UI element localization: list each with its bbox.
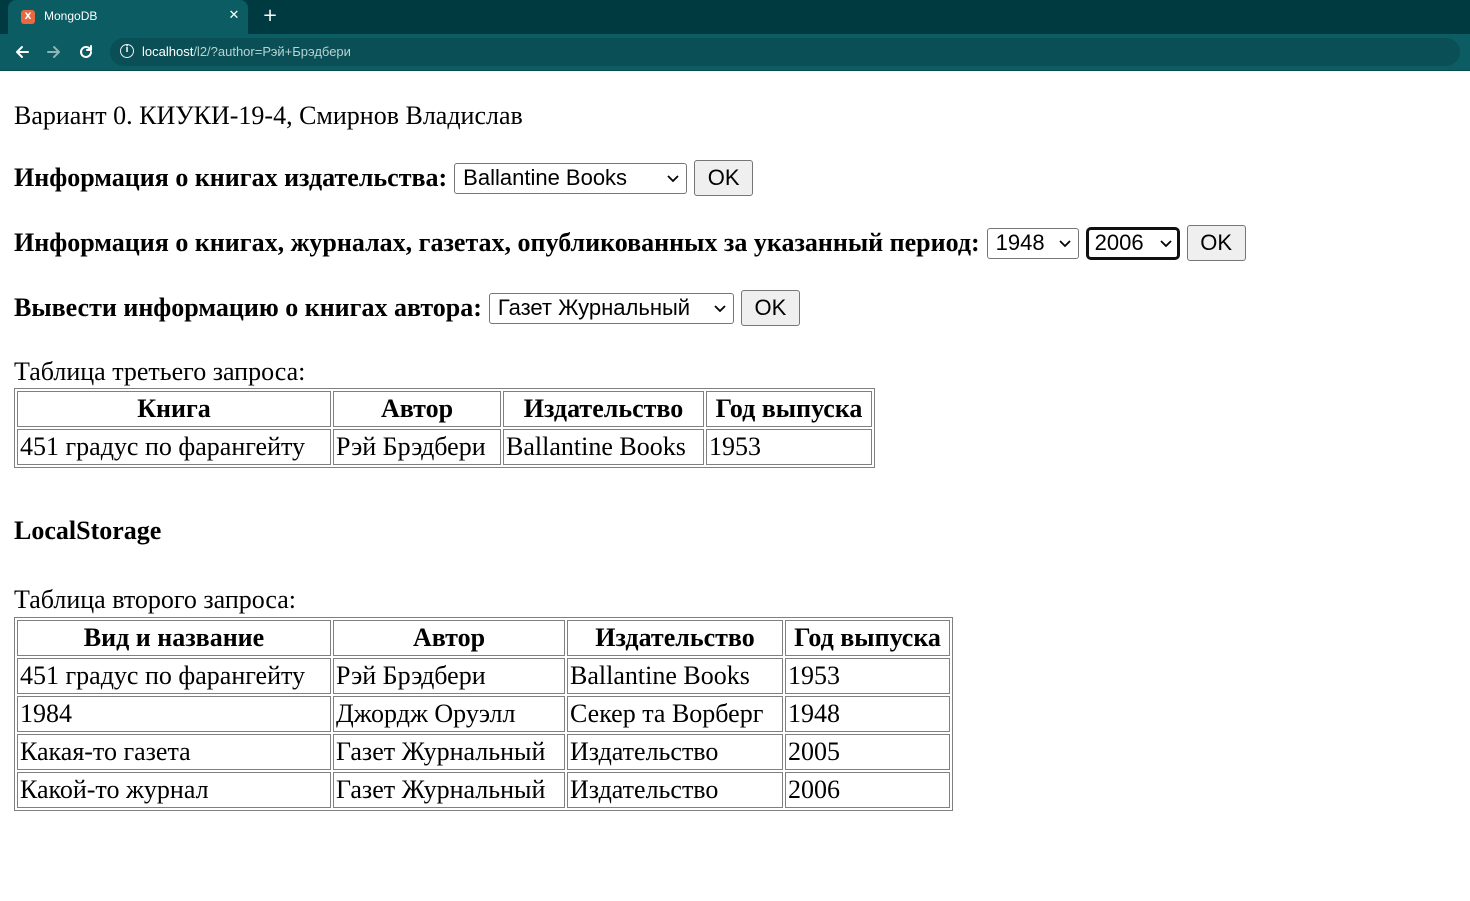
table-cell: 451 градус по фарангейту xyxy=(17,429,331,465)
table-cell: 1953 xyxy=(706,429,872,465)
browser-tab-strip: X MongoDB ✕ + xyxy=(0,0,1470,34)
author-form: Вывести информацию о книгах автора: Газе… xyxy=(14,290,800,326)
table-header-cell: Год выпуска xyxy=(706,391,872,427)
browser-toolbar: i localhost/l2/?author=Рэй+Брэдбери xyxy=(0,34,1470,71)
year-from-value: 1948 xyxy=(995,230,1045,255)
info-icon[interactable]: i xyxy=(120,44,134,58)
table-cell: Ballantine Books xyxy=(567,658,783,694)
period-ok-button[interactable]: OK xyxy=(1186,225,1246,261)
table-row: 1984 Джордж Оруэлл Секер та Ворберг 1948 xyxy=(17,696,950,732)
period-form: Информация о книгах, журналах, газетах, … xyxy=(14,225,1246,261)
table-cell: Рэй Брэдбери xyxy=(333,658,565,694)
publisher-form-label: Информация о книгах издательства: xyxy=(14,163,448,192)
table-cell: Какой-то журнал xyxy=(17,772,331,808)
table-header-cell: Издательство xyxy=(567,620,783,656)
plus-icon[interactable]: + xyxy=(259,5,281,27)
browser-tab[interactable]: X MongoDB ✕ xyxy=(8,0,248,34)
author-select[interactable]: Газет Журнальный xyxy=(488,292,734,324)
table-cell: 451 градус по фарангейту xyxy=(17,658,331,694)
table-cell: Ballantine Books xyxy=(503,429,704,465)
table-header-cell: Издательство xyxy=(503,391,704,427)
url-path: /l2/?author=Рэй+Брэдбери xyxy=(193,44,351,59)
tab-title: MongoDB xyxy=(44,9,98,23)
table-cell: Какая-то газета xyxy=(17,734,331,770)
table-cell: Рэй Брэдбери xyxy=(333,429,501,465)
table-cell: Секер та Ворберг xyxy=(567,696,783,732)
author-form-label: Вывести информацию о книгах автора: xyxy=(14,293,482,322)
table-header-cell: Автор xyxy=(333,620,565,656)
url-text: localhost/l2/?author=Рэй+Брэдбери xyxy=(142,44,351,59)
table-cell: 2006 xyxy=(785,772,950,808)
chevron-down-icon xyxy=(714,305,726,313)
year-to-value: 2006 xyxy=(1094,230,1144,255)
table-cell: Газет Журнальный xyxy=(333,734,565,770)
second-query-caption: Таблица второго запроса: xyxy=(14,585,297,614)
local-storage-title: LocalStorage xyxy=(14,516,162,545)
table-header-cell: Год выпуска xyxy=(785,620,950,656)
author-select-value: Газет Журнальный xyxy=(497,295,691,320)
publisher-select-value: Ballantine Books xyxy=(463,165,628,190)
xampp-favicon-icon: X xyxy=(21,10,35,24)
chevron-down-icon xyxy=(1160,240,1172,248)
table-cell: 1953 xyxy=(785,658,950,694)
year-to-select[interactable]: 2006 xyxy=(1085,226,1180,260)
second-query-table: Вид и название Автор Издательство Год вы… xyxy=(14,617,953,811)
table-header-cell: Вид и название xyxy=(17,620,331,656)
table-row: 451 градус по фарангейту Рэй Брэдбери Ba… xyxy=(17,429,872,465)
publisher-select[interactable]: Ballantine Books xyxy=(454,162,688,194)
url-host: localhost xyxy=(142,44,194,59)
table-cell: Джордж Оруэлл xyxy=(333,696,565,732)
table-header-row: Книга Автор Издательство Год выпуска xyxy=(17,391,872,427)
address-bar[interactable]: i localhost/l2/?author=Рэй+Брэдбери xyxy=(110,38,1460,66)
publisher-ok-button[interactable]: OK xyxy=(694,160,754,196)
author-ok-button[interactable]: OK xyxy=(740,290,800,326)
third-query-caption: Таблица третьего запроса: xyxy=(14,357,306,386)
close-icon[interactable]: ✕ xyxy=(224,6,244,26)
table-header-row: Вид и название Автор Издательство Год вы… xyxy=(17,620,950,656)
year-from-select[interactable]: 1948 xyxy=(986,227,1079,259)
table-header-cell: Книга xyxy=(17,391,331,427)
table-cell: 1948 xyxy=(785,696,950,732)
page-title: Вариант 0. КИУКИ-19-4, Смирнов Владислав xyxy=(14,101,523,130)
table-header-cell: Автор xyxy=(333,391,501,427)
third-query-table: Книга Автор Издательство Год выпуска 451… xyxy=(14,388,875,468)
table-cell: 2005 xyxy=(785,734,950,770)
arrow-right-icon[interactable] xyxy=(42,40,66,64)
table-row: 451 градус по фарангейту Рэй Брэдбери Ba… xyxy=(17,658,950,694)
arrow-left-icon[interactable] xyxy=(10,40,34,64)
chevron-down-icon xyxy=(667,175,679,183)
period-form-label: Информация о книгах, журналах, газетах, … xyxy=(14,228,980,257)
chevron-down-icon xyxy=(1059,240,1071,248)
table-cell: Издательство xyxy=(567,734,783,770)
table-cell: Издательство xyxy=(567,772,783,808)
table-row: Какой-то журнал Газет Журнальный Издател… xyxy=(17,772,950,808)
table-cell: 1984 xyxy=(17,696,331,732)
table-row: Какая-то газета Газет Журнальный Издател… xyxy=(17,734,950,770)
publisher-form: Информация о книгах издательства: Ballan… xyxy=(14,160,754,196)
table-cell: Газет Журнальный xyxy=(333,772,565,808)
reload-icon[interactable] xyxy=(74,40,98,64)
